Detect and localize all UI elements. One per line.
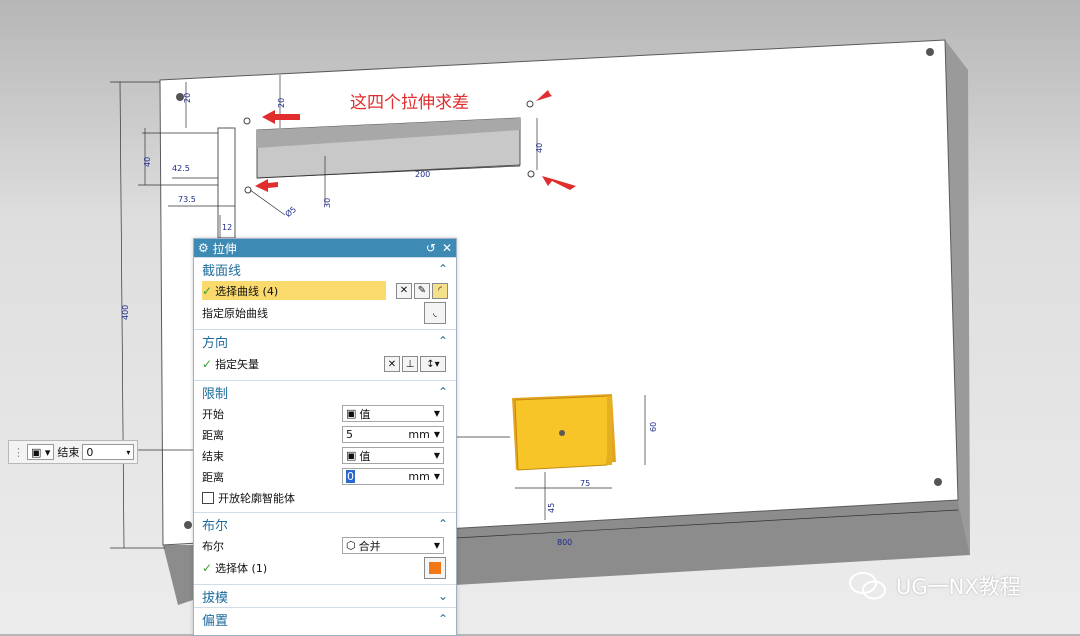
select-body-label: 选择体 (1) <box>215 562 268 575</box>
select-body-icon[interactable] <box>424 557 446 579</box>
section-direction-header[interactable]: 方向 ⌃ <box>194 330 456 352</box>
check-icon: ✓ <box>202 357 213 371</box>
dim-45: 45 <box>547 503 556 513</box>
origin-curve-row[interactable]: 指定原始曲线 ◟ <box>194 301 456 325</box>
vector-dialog-icon[interactable]: ⊥ <box>402 356 418 372</box>
deselect-icon[interactable]: ✕ <box>396 282 412 299</box>
dim-30: 30 <box>323 198 332 208</box>
origin-marker <box>184 521 192 529</box>
section-limit: 限制 ⌃ 开始 ▣ 值 ▼ 距离 5 mm ▼ 结束 ▣ 值 ▼ 距离 0 mm ▼ <box>194 380 456 508</box>
boolean-dropdown[interactable]: ⬡ 合并 ▼ <box>342 537 444 554</box>
select-curve-label: 选择曲线 (4) <box>215 284 279 298</box>
section-boolean: 布尔 ⌃ 布尔 ⬡ 合并 ▼ ✓ 选择体 (1) <box>194 512 456 580</box>
watermark: UG一NX教程 <box>848 570 1021 602</box>
corner-hole <box>926 48 934 56</box>
dim-400: 400 <box>121 305 130 320</box>
extrude-dialog: ⚙ 拉伸 ↺ ✕ 截面线⌃ ✓ 选择曲线 (4) ✕ ✎ ◜ 指定原始曲线 ◟ <box>193 238 457 636</box>
check-icon: ✓ <box>202 283 213 298</box>
section-limit-header[interactable]: 限制 ⌃ <box>194 381 456 403</box>
select-curve-row[interactable]: ✓ 选择曲线 (4) ✕ ✎ ◜ <box>194 280 456 301</box>
mini-end-label: 结束 <box>57 446 80 459</box>
dim-40-left: 40 <box>143 157 152 167</box>
section-curve: 截面线 ⌃ ✓ 选择曲线 (4) ✕ ✎ ◜ 指定原始曲线 ◟ <box>194 257 456 325</box>
distance-end-row: 距离 0 mm ▼ <box>194 466 456 487</box>
dim-75: 75 <box>580 479 590 488</box>
value-type-dropdown[interactable]: ▣ ▾ <box>27 444 55 460</box>
collapse-icon: ⌃ <box>437 612 448 626</box>
collapse-icon: ⌃ <box>437 262 448 276</box>
dim-60: 60 <box>649 422 658 432</box>
open-profile-row[interactable]: 开放轮廓智能体 <box>194 487 456 508</box>
vector-type-icon[interactable]: ↕▾ <box>420 356 446 372</box>
vector-label: 指定矢量 <box>215 358 260 371</box>
end-row: 结束 ▣ 值 ▼ <box>194 445 456 466</box>
sketch-section-icon[interactable]: ✎ <box>414 282 430 299</box>
distance-start-label: 距离 <box>202 428 224 442</box>
dim-73-5: 73.5 <box>178 195 196 204</box>
dim-12: 12 <box>222 223 232 232</box>
gear-icon: ⚙ <box>198 241 209 255</box>
unite-icon: ⬡ <box>346 539 356 552</box>
start-type-dropdown[interactable]: ▣ 值 ▼ <box>342 405 444 422</box>
extruded-block-edge <box>607 396 612 465</box>
close-icon[interactable]: ✕ <box>442 241 452 255</box>
curve-icon[interactable]: ◜ <box>432 282 448 299</box>
select-body-row[interactable]: ✓ 选择体 (1) <box>194 556 456 580</box>
open-profile-label: 开放轮廓智能体 <box>218 491 295 505</box>
grip-icon[interactable]: ⋮ <box>13 446 24 459</box>
dim-40-right: 40 <box>535 143 544 153</box>
origin-curve-icon[interactable]: ◟ <box>424 302 446 324</box>
plate-bottom-face-left <box>163 545 193 605</box>
graphics-viewport[interactable]: 20 20 40 42.5 73.5 30 200 40 12 Ø5 400 8… <box>0 0 1080 634</box>
dim-800: 800 <box>557 538 572 547</box>
section-draft: 拔模 ⌄ <box>194 584 456 607</box>
annotation-text: 这四个拉伸求差 <box>350 93 469 113</box>
vertical-slot <box>217 127 236 239</box>
section-direction: 方向 ⌃ ✓ 指定矢量 ✕ ⊥ ↕▾ <box>194 329 456 376</box>
collapse-icon: ⌃ <box>437 517 448 531</box>
section-draft-header[interactable]: 拔模 ⌄ <box>194 585 456 607</box>
collapse-icon: ⌃ <box>437 385 448 399</box>
collapse-icon: ⌃ <box>437 334 448 348</box>
origin-curve-label: 指定原始曲线 <box>202 307 268 320</box>
dim-20-left: 20 <box>183 93 192 103</box>
dialog-title: 拉伸 <box>212 241 237 256</box>
expand-icon: ⌄ <box>437 589 448 603</box>
corner-hole <box>934 478 942 486</box>
boolean-label: 布尔 <box>202 539 224 553</box>
end-distance-mini-toolbar: ⋮ ▣ ▾ 结束 0 ▾ <box>8 440 138 464</box>
check-icon: ✓ <box>202 561 213 575</box>
vector-row[interactable]: ✓ 指定矢量 ✕ ⊥ ↕▾ <box>194 352 456 376</box>
wechat-icon <box>849 572 886 600</box>
end-label: 结束 <box>202 449 224 463</box>
end-type-dropdown[interactable]: ▣ 值 ▼ <box>342 447 444 464</box>
block-center-point <box>559 430 565 436</box>
distance-end-input[interactable]: 0 mm ▼ <box>342 468 444 485</box>
section-curve-header[interactable]: 截面线 ⌃ <box>194 258 456 280</box>
section-offset: 偏置 ⌃ <box>194 607 456 630</box>
distance-start-row: 距离 5 mm ▼ <box>194 424 456 445</box>
boolean-row: 布尔 ⬡ 合并 ▼ <box>194 535 456 556</box>
section-offset-header[interactable]: 偏置 ⌃ <box>194 608 456 630</box>
open-profile-checkbox[interactable] <box>202 491 214 504</box>
start-row: 开始 ▣ 值 ▼ <box>194 403 456 424</box>
dim-42-5: 42.5 <box>172 164 190 173</box>
reverse-direction-icon[interactable]: ✕ <box>384 356 400 372</box>
reset-icon[interactable]: ↺ <box>426 241 436 255</box>
dim-20-top: 20 <box>277 98 286 108</box>
value-icon: ▣ <box>346 449 357 462</box>
value-icon: ▣ <box>346 407 357 420</box>
mini-end-value-input[interactable]: 0 ▾ <box>82 444 135 460</box>
section-boolean-header[interactable]: 布尔 ⌃ <box>194 513 456 535</box>
distance-start-input[interactable]: 5 mm ▼ <box>342 426 444 443</box>
start-label: 开始 <box>202 407 224 421</box>
dim-200: 200 <box>415 170 430 179</box>
dialog-titlebar[interactable]: ⚙ 拉伸 ↺ ✕ <box>194 239 456 257</box>
distance-end-label: 距离 <box>202 470 224 484</box>
